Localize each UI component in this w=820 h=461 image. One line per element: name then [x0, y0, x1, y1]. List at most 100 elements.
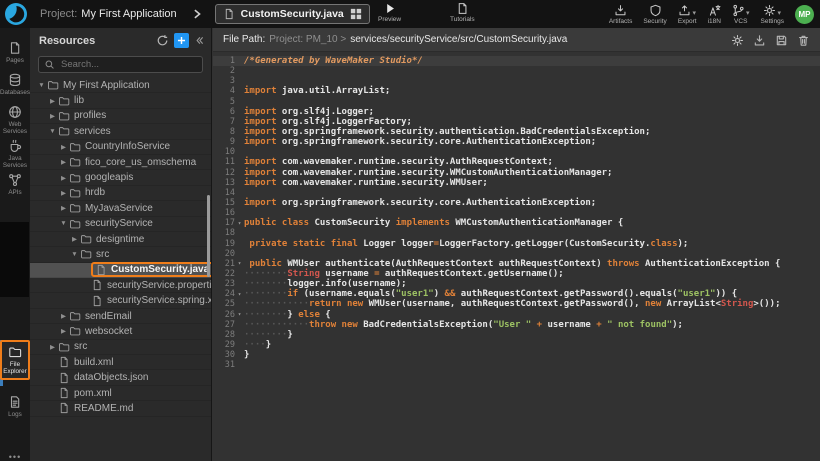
delete-trash-icon[interactable] — [797, 34, 810, 47]
tree-item-src[interactable]: ▶src — [30, 340, 211, 355]
code-line-2[interactable]: 2 — [213, 66, 820, 76]
code-line-6[interactable]: 6import org.slf4j.Logger; — [213, 107, 820, 117]
wavemaker-logo[interactable] — [4, 2, 28, 26]
sidebar-item-file-explorer[interactable]: File Explorer — [0, 340, 30, 380]
fold-marker-icon[interactable]: ▾ — [235, 311, 244, 318]
chevron-collapsed-icon[interactable]: ▶ — [58, 158, 69, 166]
add-resource-button[interactable] — [174, 33, 189, 48]
chevron-collapsed-icon[interactable]: ▶ — [58, 327, 69, 335]
code-line-7[interactable]: 7import org.slf4j.LoggerFactory; — [213, 117, 820, 127]
fold-marker-icon[interactable]: ▾ — [235, 220, 244, 227]
project-name[interactable]: My First Application — [81, 8, 176, 20]
tree-item-sendemail[interactable]: ▶sendEmail — [30, 309, 211, 324]
code-line-23[interactable]: 23········logger.info(username); — [213, 279, 820, 289]
code-line-16[interactable]: 16 — [213, 208, 820, 218]
code-line-13[interactable]: 13import com.wavemaker.runtime.security.… — [213, 178, 820, 188]
tree-item-myjavaservice[interactable]: ▶MyJavaService — [30, 201, 211, 216]
code-line-27[interactable]: 27············throw new BadCredentialsEx… — [213, 320, 820, 330]
code-line-14[interactable]: 14 — [213, 188, 820, 198]
toolbar-item-artifacts[interactable]: Artifacts — [609, 4, 632, 25]
toolbar-item-export[interactable]: ▾Export — [678, 4, 697, 25]
code-line-4[interactable]: 4import java.util.ArrayList; — [213, 86, 820, 96]
tree-scrollbar[interactable] — [207, 195, 210, 277]
sidebar-item-logs[interactable]: Logs — [0, 392, 30, 421]
code-line-18[interactable]: 18 — [213, 228, 820, 238]
code-line-30[interactable]: 30} — [213, 350, 820, 360]
code-line-11[interactable]: 11import com.wavemaker.runtime.security.… — [213, 157, 820, 167]
chevron-collapsed-icon[interactable]: ▶ — [58, 312, 69, 320]
open-file-tab[interactable]: CustomSecurity.java — [215, 4, 370, 24]
tree-item-hrdb[interactable]: ▶hrdb — [30, 186, 211, 201]
search-input[interactable] — [59, 58, 197, 71]
code-line-8[interactable]: 8import org.springframework.security.aut… — [213, 127, 820, 137]
code-line-19[interactable]: 19 private static final Logger logger=Lo… — [213, 239, 820, 249]
tree-item-src[interactable]: ▼src — [30, 247, 211, 262]
save-icon[interactable] — [775, 34, 788, 47]
tree-item-pom-xml[interactable]: pom.xml — [30, 386, 211, 401]
toolbar-item-settings[interactable]: ▾Settings — [761, 4, 785, 25]
code-line-22[interactable]: 22········String username = authRequestC… — [213, 269, 820, 279]
code-line-31[interactable]: 31 — [213, 360, 820, 370]
chevron-collapsed-icon[interactable]: ▶ — [47, 112, 58, 120]
tree-item-securityservice-spring-xml[interactable]: securityService.spring.xml — [30, 293, 211, 308]
chevron-expanded-icon[interactable]: ▼ — [69, 251, 80, 258]
chevron-expanded-icon[interactable]: ▼ — [47, 128, 58, 135]
code-line-17[interactable]: 17▾public class CustomSecurity implement… — [213, 218, 820, 228]
tree-item-build-xml[interactable]: build.xml — [30, 355, 211, 370]
tree-item-securityservice-properties[interactable]: securityService.properties — [30, 278, 211, 293]
code-line-15[interactable]: 15import org.springframework.security.co… — [213, 198, 820, 208]
code-line-10[interactable]: 10 — [213, 147, 820, 157]
fold-marker-icon[interactable]: ▾ — [235, 291, 244, 298]
code-line-26[interactable]: 26▾········} else { — [213, 310, 820, 320]
grid-icon[interactable] — [350, 8, 362, 20]
tree-item-googleapis[interactable]: ▶googleapis — [30, 170, 211, 185]
tree-item-websocket[interactable]: ▶websocket — [30, 324, 211, 339]
tree-item-lib[interactable]: ▶lib — [30, 93, 211, 108]
code-line-29[interactable]: 29····} — [213, 340, 820, 350]
code-line-24[interactable]: 24▾········if (username.equals("user1") … — [213, 289, 820, 299]
tree-item-dataobjects-json[interactable]: dataObjects.json — [30, 370, 211, 385]
fold-marker-icon[interactable]: ▾ — [235, 260, 244, 267]
sidebar-item-java-services[interactable]: Java Services — [0, 136, 30, 172]
toolbar-item-vcs[interactable]: ▾VCS — [732, 4, 750, 25]
settings-gear-icon[interactable] — [731, 34, 744, 47]
preview-button[interactable]: Preview — [378, 2, 401, 23]
tree-item-securityservice[interactable]: ▼securityService — [30, 217, 211, 232]
tree-item-profiles[interactable]: ▶profiles — [30, 109, 211, 124]
code-line-9[interactable]: 9import org.springframework.security.cor… — [213, 137, 820, 147]
tree-item-readme-md[interactable]: README.md — [30, 401, 211, 416]
chevron-collapsed-icon[interactable]: ▶ — [47, 343, 58, 351]
code-line-20[interactable]: 20 — [213, 249, 820, 259]
code-line-1[interactable]: 1/*Generated by WaveMaker Studio*/ — [213, 56, 820, 66]
code-line-25[interactable]: 25············return new WMUser(username… — [213, 299, 820, 309]
code-line-12[interactable]: 12import com.wavemaker.runtime.security.… — [213, 168, 820, 178]
search-box[interactable] — [38, 56, 203, 73]
tree-item-designtime[interactable]: ▶designtime — [30, 232, 211, 247]
tree-item-my-first-application[interactable]: ▼My First Application — [30, 78, 211, 93]
chevron-collapsed-icon[interactable]: ▶ — [69, 235, 80, 243]
chevron-collapsed-icon[interactable]: ▶ — [58, 189, 69, 197]
toolbar-item-security[interactable]: Security — [643, 4, 666, 25]
sidebar-item-web-services[interactable]: Web Services — [0, 102, 30, 138]
sidebar-item-pages[interactable]: Pages — [0, 38, 30, 67]
code-line-28[interactable]: 28········} — [213, 330, 820, 340]
chevron-collapsed-icon[interactable]: ▶ — [47, 97, 58, 105]
chevron-collapsed-icon[interactable]: ▶ — [58, 174, 69, 182]
more-options-button[interactable]: ••• — [0, 452, 30, 461]
code-line-21[interactable]: 21▾ public WMUser authenticate(AuthReque… — [213, 259, 820, 269]
chevron-expanded-icon[interactable]: ▼ — [36, 82, 47, 89]
toolbar-item-i18n[interactable]: i18N — [708, 4, 721, 25]
tree-item-services[interactable]: ▼services — [30, 124, 211, 139]
refresh-icon[interactable] — [156, 34, 169, 47]
chevron-collapsed-icon[interactable]: ▶ — [58, 143, 69, 151]
sidebar-item-databases[interactable]: Databases — [0, 70, 30, 99]
collapse-panel-icon[interactable] — [194, 35, 205, 46]
chevron-collapsed-icon[interactable]: ▶ — [58, 204, 69, 212]
chevron-expanded-icon[interactable]: ▼ — [58, 220, 69, 227]
download-icon[interactable] — [753, 34, 766, 47]
tutorials-button[interactable]: Tutorials — [450, 2, 475, 23]
user-avatar[interactable]: MP — [795, 5, 814, 24]
code-editor[interactable]: 1/*Generated by WaveMaker Studio*/234imp… — [213, 52, 820, 461]
tree-item-fico-core-us-omschema[interactable]: ▶fico_core_us_omschema — [30, 155, 211, 170]
tree-item-customsecurity-java[interactable]: CustomSecurity.java — [30, 263, 211, 278]
